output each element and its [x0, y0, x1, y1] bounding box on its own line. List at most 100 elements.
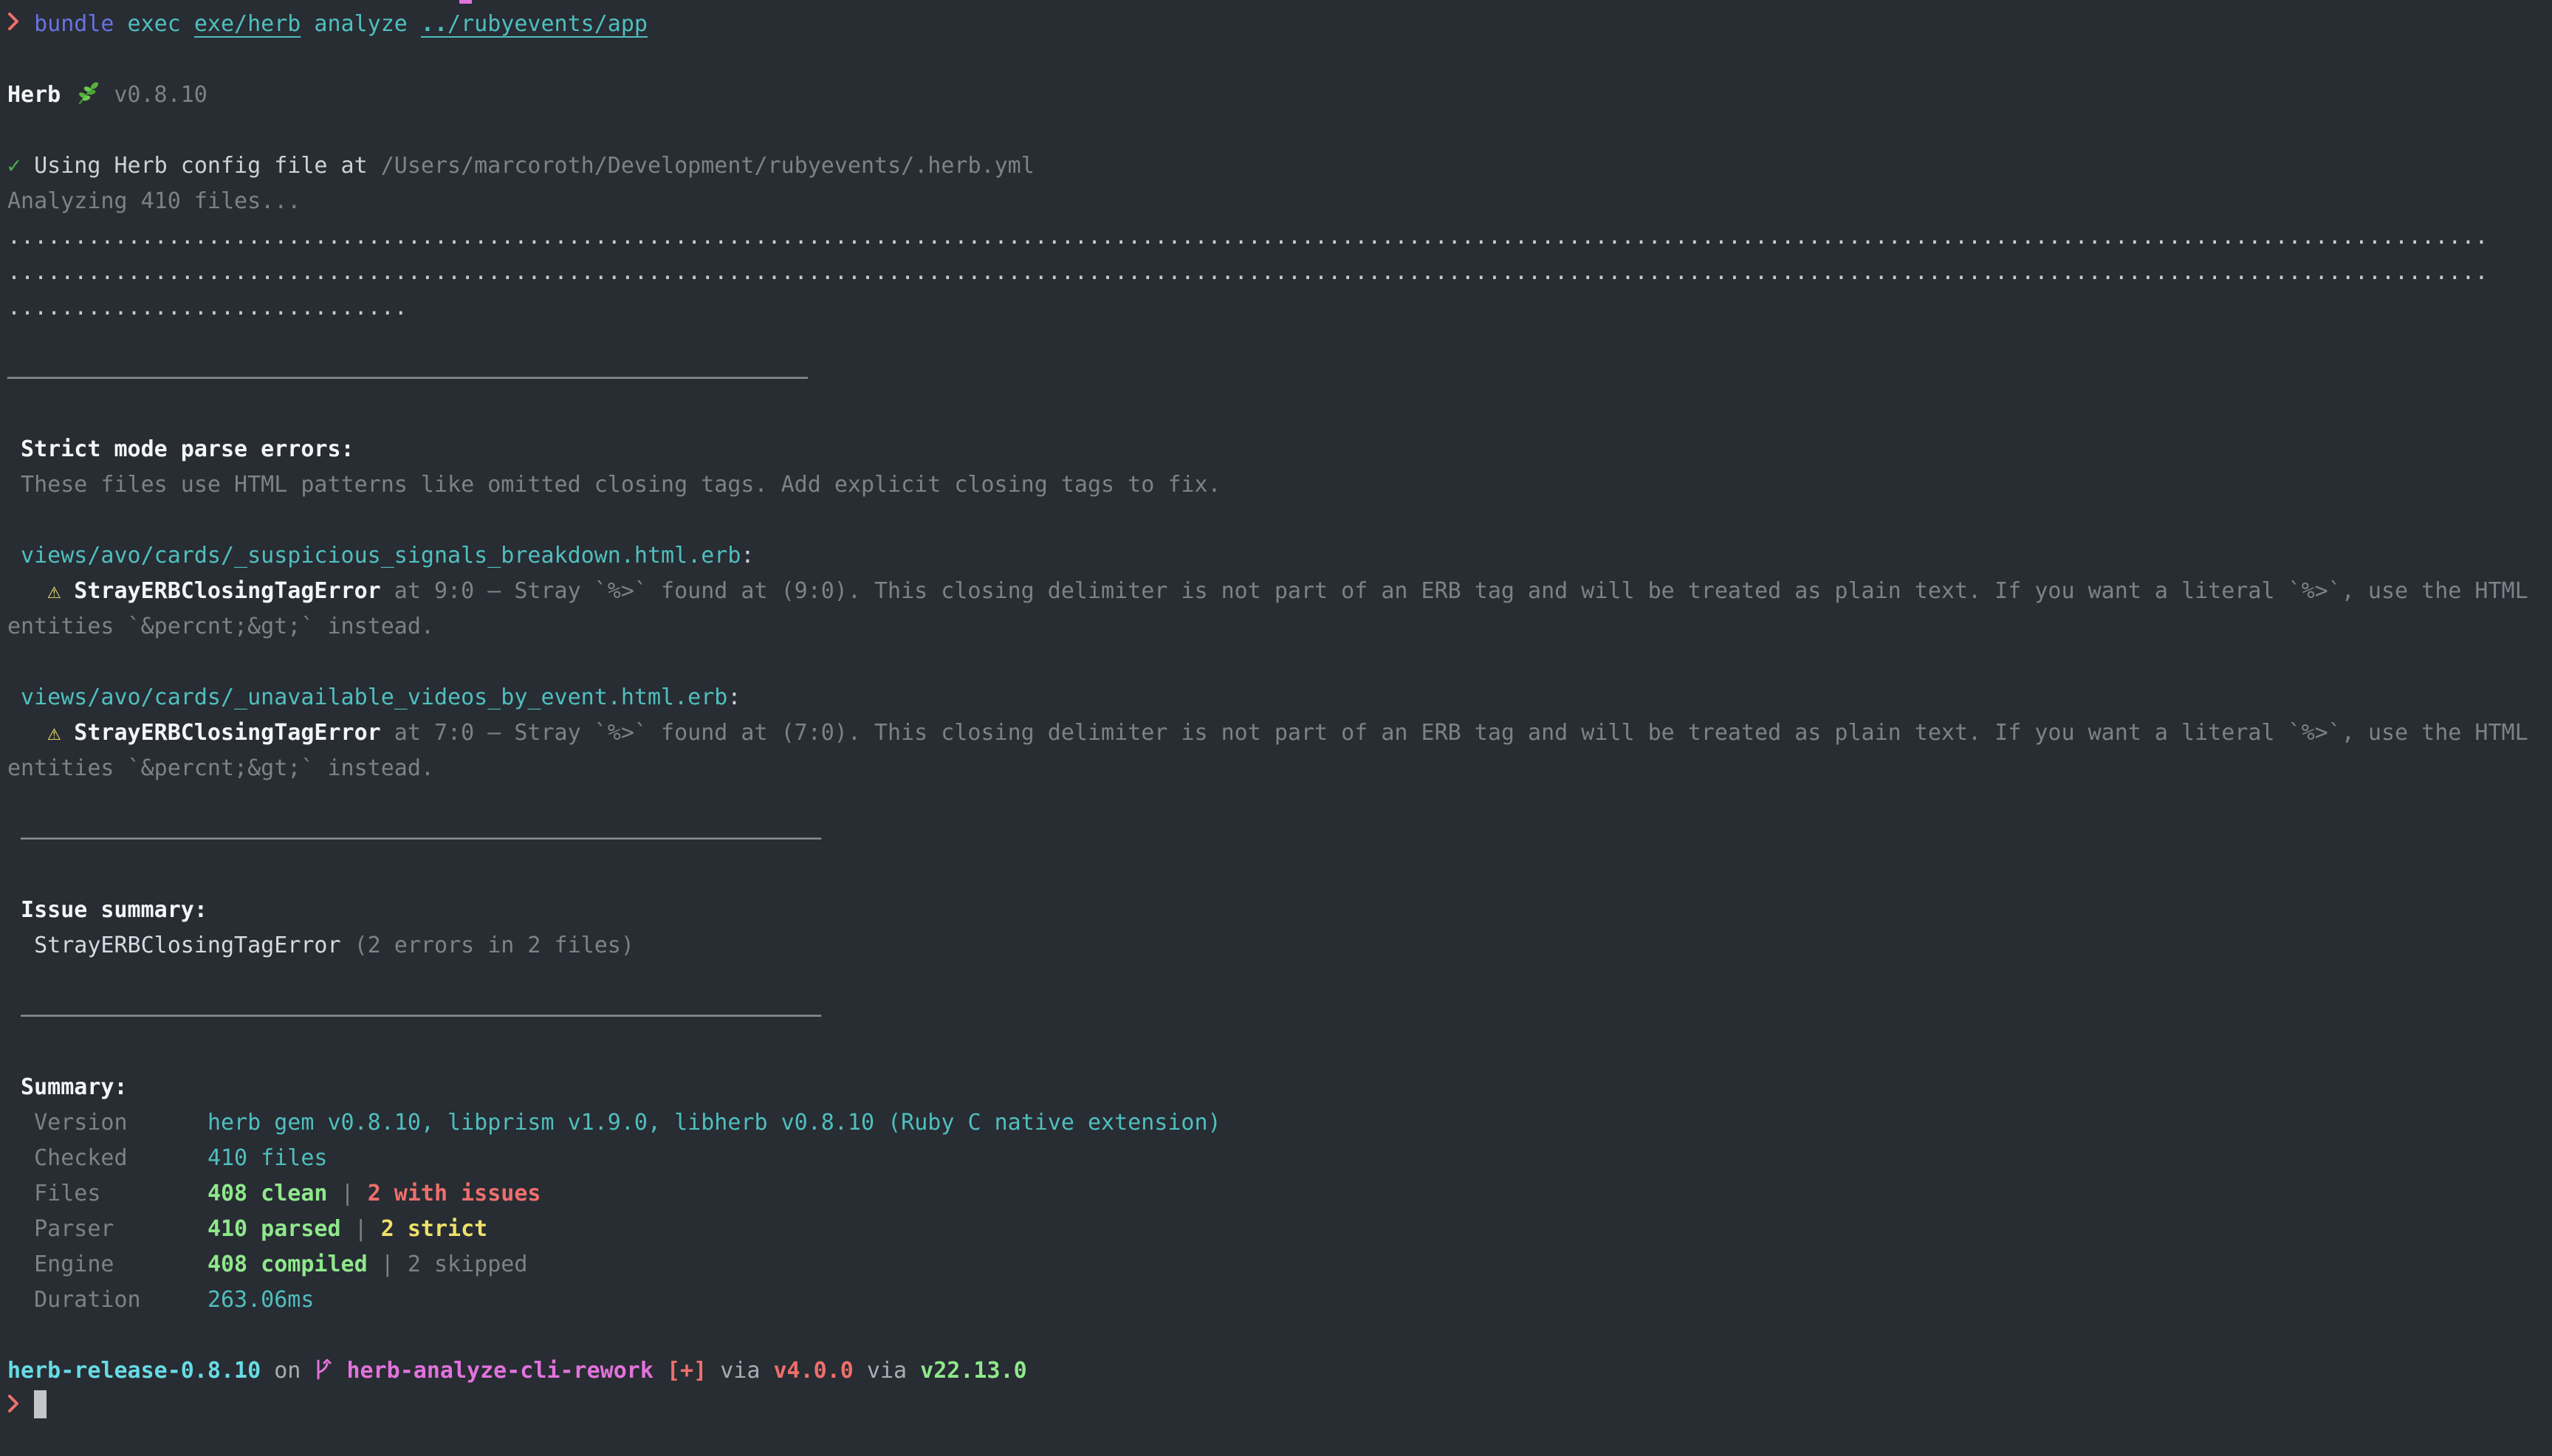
strict-errors-description: These files use HTML patterns like omitt…: [7, 467, 2552, 503]
summary-value-segment: herb gem v0.8.10, libprism v1.9.0, libhe…: [207, 1110, 1221, 1136]
summary-label: Files: [7, 1181, 207, 1206]
section-divider: ────────────────────────────────────────…: [7, 999, 2552, 1034]
section-divider: ────────────────────────────────────────…: [7, 361, 2552, 396]
summary-row: Version herb gem v0.8.10, libprism v1.9.…: [7, 1105, 2552, 1141]
summary-label: Parser: [7, 1216, 207, 1242]
summary-heading: Summary:: [7, 1070, 2552, 1105]
command-line: bundle exec exe/herb analyze ../rubyeven…: [7, 7, 2552, 42]
summary-value-segment: 410 parsed: [207, 1216, 341, 1242]
git-dirty-flag: [+]: [654, 1358, 707, 1384]
error-detail-line: ⚠StrayERBClosingTagError at 9:0 — Stray …: [7, 574, 2552, 609]
progress-dots-row: ..............................: [7, 290, 2552, 326]
summary-value-segment: |: [368, 1251, 408, 1277]
summary-table: Version herb gem v0.8.10, libprism v1.9.…: [7, 1105, 2552, 1318]
error-detail-wrap-line: entities `&percnt;&gt;` instead.: [7, 609, 2552, 645]
command-action: analyze: [301, 11, 421, 37]
app-header: Herb v0.8.10: [7, 78, 2552, 113]
command-subcommand: exec: [114, 11, 193, 37]
config-text: Using Herb config file at: [21, 153, 381, 179]
prompt-chevron-icon: [7, 1389, 21, 1424]
on-word: on: [261, 1358, 314, 1384]
summary-row: Engine 408 compiled | 2 skipped: [7, 1247, 2552, 1282]
previous-line-fragment: [459, 0, 472, 4]
status-line: herb-release-0.8.10 on herb-analyze-cli-…: [7, 1353, 2552, 1389]
blank-line: [7, 42, 2552, 78]
app-version: v0.8.10: [114, 82, 207, 108]
blank-line: [7, 1034, 2552, 1070]
current-directory: herb-release-0.8.10: [7, 1358, 261, 1384]
summary-row: Files 408 clean | 2 with issues: [7, 1176, 2552, 1212]
blank-line: [7, 964, 2552, 999]
progress-dots-row: ........................................…: [7, 219, 2552, 255]
warning-icon: ⚠: [47, 574, 74, 609]
summary-value-segment: 263.06ms: [207, 1287, 315, 1313]
summary-row: Checked 410 files: [7, 1141, 2552, 1176]
error-file-path: views/avo/cards/_suspicious_signals_brea…: [7, 538, 2552, 574]
prompt-line[interactable]: [7, 1389, 2552, 1424]
error-detail-wrap-line: entities `&percnt;&gt;` instead.: [7, 751, 2552, 786]
prompt-chevron-icon: [7, 7, 21, 42]
via-word: via: [707, 1358, 773, 1384]
error-detail: at 7:0 — Stray `%>` found at (7:0). This…: [381, 720, 2528, 746]
file-path: views/avo/cards/_suspicious_signals_brea…: [7, 543, 741, 569]
issue-name: StrayERBClosingTagError: [7, 933, 341, 958]
summary-value-segment: |: [341, 1216, 381, 1242]
blank-line: [7, 396, 2552, 432]
analyzing-status: Analyzing 410 files...: [7, 184, 2552, 219]
command-executable: exe/herb: [194, 11, 301, 37]
summary-value-segment: 408 compiled: [207, 1251, 368, 1277]
blank-line: [7, 503, 2552, 538]
error-name: StrayERBClosingTagError: [74, 720, 380, 746]
summary-value-segment: 410 files: [207, 1145, 328, 1171]
warning-icon: ⚠: [47, 715, 74, 751]
issue-count: (2 errors in 2 files): [341, 933, 634, 958]
error-file-path: views/avo/cards/_unavailable_videos_by_e…: [7, 680, 2552, 715]
file-path-colon: :: [741, 543, 754, 569]
git-branch-icon: [314, 1358, 333, 1384]
node-version-badge: v22.13.0: [920, 1358, 1027, 1384]
command-program: bundle: [34, 11, 114, 37]
summary-label: Checked: [7, 1145, 207, 1171]
summary-value-segment: 408 clean: [207, 1181, 328, 1206]
summary-row: Duration 263.06ms: [7, 1282, 2552, 1318]
via-word: via: [854, 1358, 920, 1384]
error-detail: at 9:0 — Stray `%>` found at (9:0). This…: [381, 578, 2528, 604]
error-detail-continued: entities `&percnt;&gt;` instead.: [7, 755, 434, 781]
blank-line: [7, 113, 2552, 148]
progress-dots-row: ........................................…: [7, 255, 2552, 290]
command-target-prefix: ..: [421, 11, 447, 37]
ruby-version-badge: v4.0.0: [773, 1358, 853, 1384]
summary-value-segment: 2 strict: [381, 1216, 488, 1242]
app-name: Herb: [7, 82, 61, 108]
strict-errors-heading: Strict mode parse errors:: [7, 432, 2552, 467]
error-detail-continued: entities `&percnt;&gt;` instead.: [7, 614, 434, 639]
check-icon: ✓: [7, 153, 21, 179]
command-target: /rubyevents/app: [447, 11, 648, 37]
git-branch-name: herb-analyze-cli-rework: [333, 1358, 653, 1384]
file-path-colon: :: [727, 684, 741, 710]
summary-label: Version: [7, 1110, 207, 1136]
blank-line: [7, 645, 2552, 680]
blank-line: [7, 857, 2552, 893]
error-detail-line: ⚠StrayERBClosingTagError at 7:0 — Stray …: [7, 715, 2552, 751]
section-divider: ────────────────────────────────────────…: [7, 822, 2552, 857]
error-blocks: views/avo/cards/_suspicious_signals_brea…: [7, 538, 2552, 822]
herb-sprig-icon: [74, 82, 100, 108]
cursor-block[interactable]: [34, 1390, 47, 1418]
summary-value-segment: |: [328, 1181, 368, 1206]
summary-row: Parser 410 parsed | 2 strict: [7, 1212, 2552, 1247]
summary-label: Engine: [7, 1251, 207, 1277]
summary-label: Duration: [7, 1287, 207, 1313]
config-line: ✓ Using Herb config file at /Users/marco…: [7, 148, 2552, 184]
config-path: /Users/marcoroth/Development/rubyevents/…: [381, 153, 1035, 179]
error-name: StrayERBClosingTagError: [74, 578, 380, 604]
summary-value-segment: 2 skipped: [408, 1251, 528, 1277]
blank-line: [7, 786, 2552, 822]
terminal-screen[interactable]: bundle exec exe/herb analyze ../rubyeven…: [0, 0, 2552, 1456]
issue-summary-heading: Issue summary:: [7, 893, 2552, 928]
file-path: views/avo/cards/_unavailable_videos_by_e…: [7, 684, 727, 710]
summary-value-segment: 2 with issues: [368, 1181, 541, 1206]
blank-line: [7, 1318, 2552, 1353]
blank-line: [7, 326, 2552, 361]
issue-summary-row: StrayERBClosingTagError (2 errors in 2 f…: [7, 928, 2552, 964]
